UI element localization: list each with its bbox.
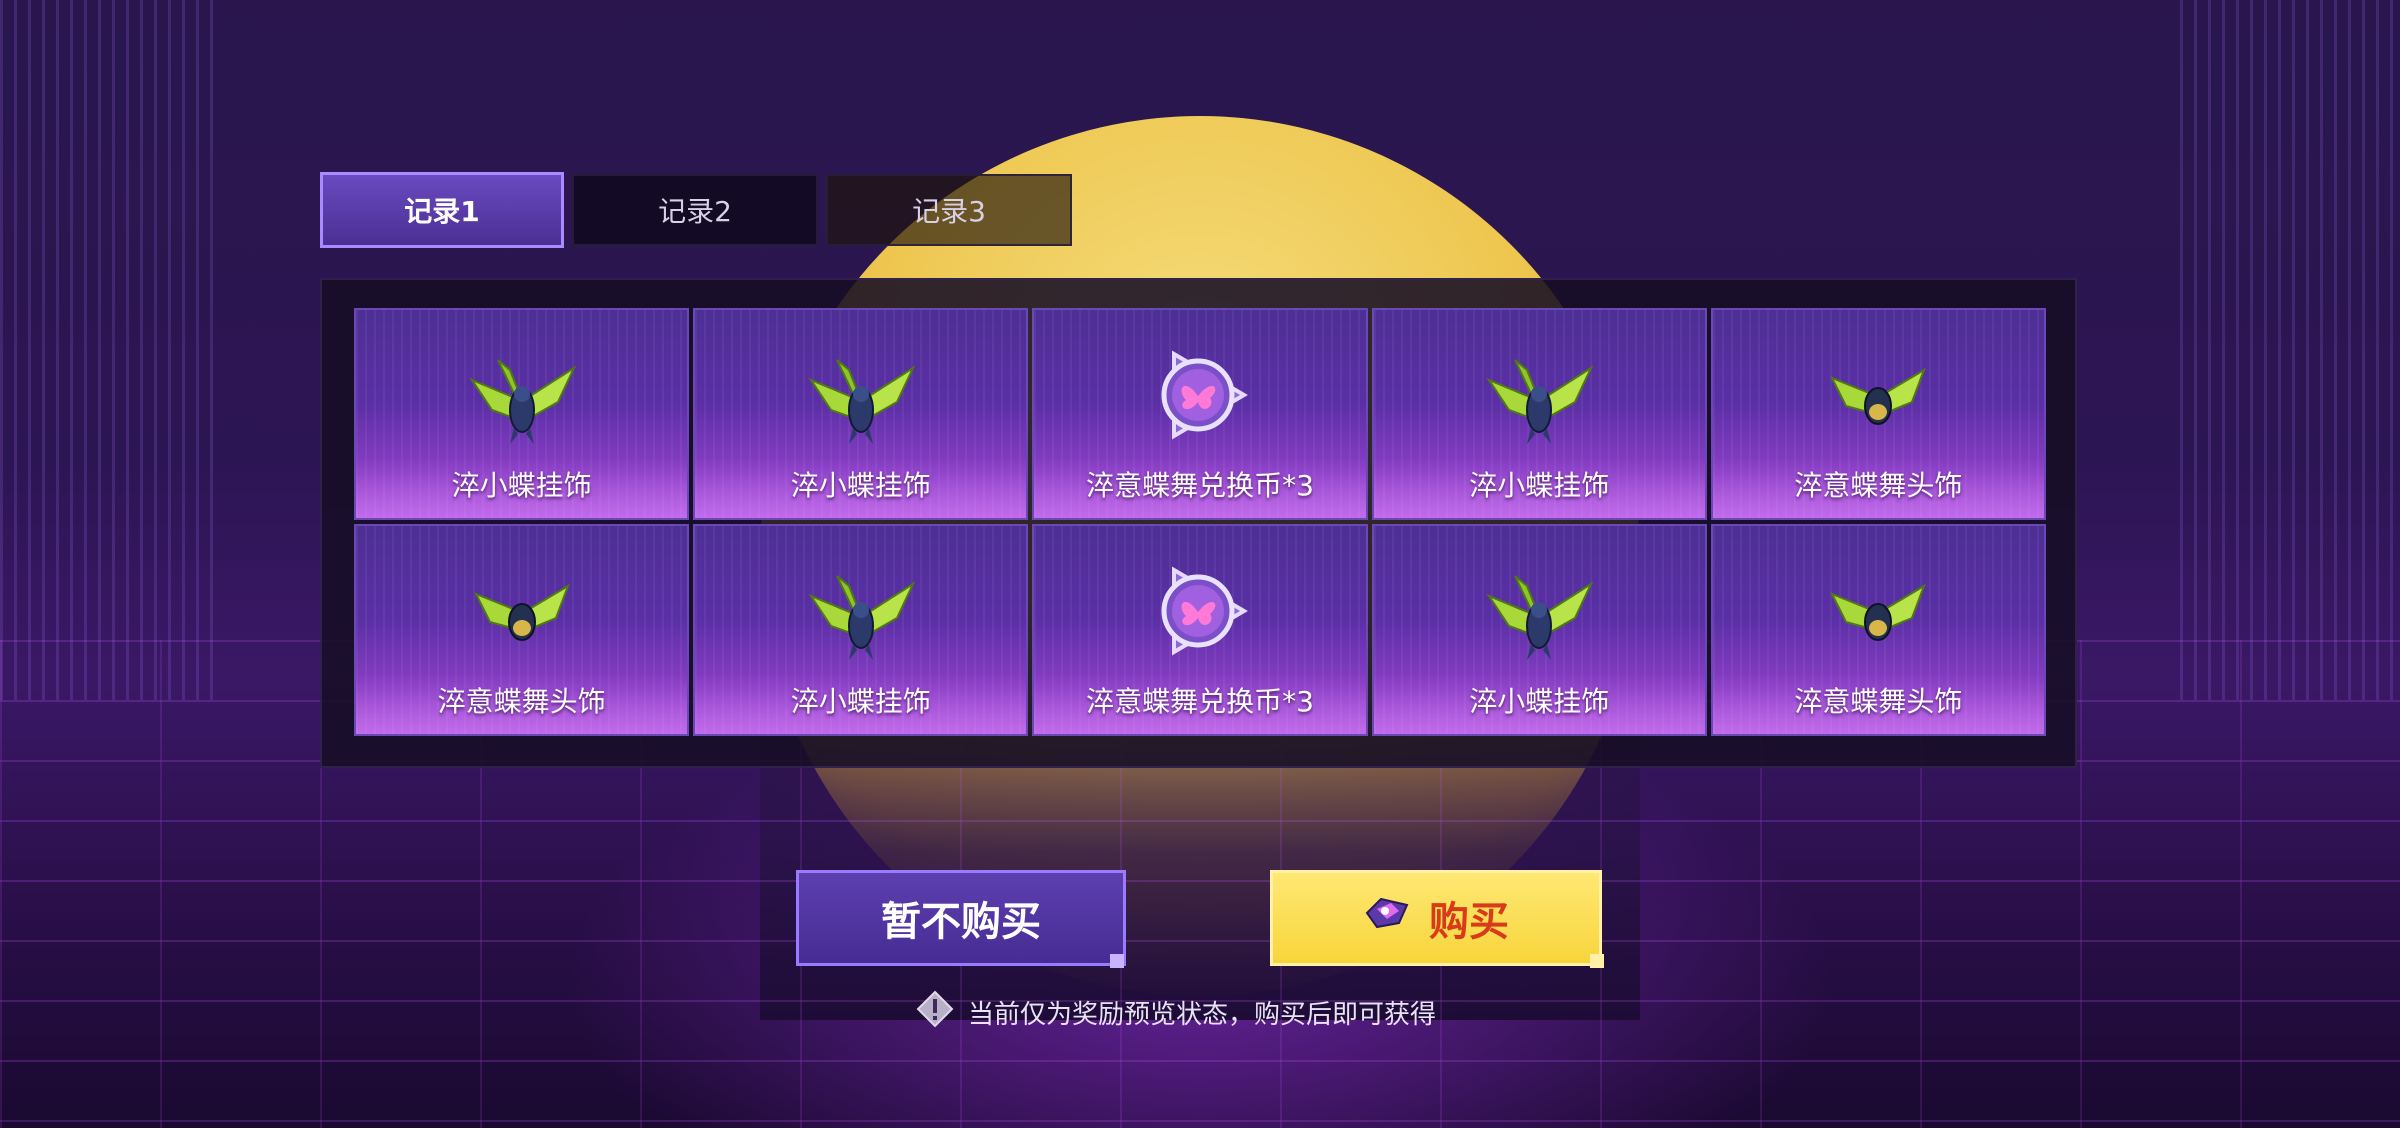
reward-card-label: 淬小蝶挂饰 bbox=[1469, 685, 1610, 718]
reward-card[interactable]: 淬意蝶舞头饰 bbox=[354, 524, 690, 736]
background-streaks-right bbox=[2180, 0, 2400, 700]
reward-card-label: 淬小蝶挂饰 bbox=[451, 469, 592, 502]
background-streaks-left bbox=[0, 0, 220, 700]
butterfly-pendant-icon bbox=[801, 556, 921, 666]
butterfly-pendant-icon bbox=[1479, 340, 1599, 450]
reward-grid: 淬小蝶挂饰 淬小蝶挂饰 淬意蝶舞兑换币*3 淬小蝶挂饰 淬意蝶舞头饰 淬意蝶舞头饰 淬小蝶挂… bbox=[354, 308, 2046, 736]
currency-gem-icon bbox=[1363, 893, 1411, 943]
preview-notice: 当前仅为奖励预览状态，购买后即可获得 bbox=[916, 990, 1436, 1035]
butterfly-pendant-icon bbox=[1479, 556, 1599, 666]
reward-card-label: 淬意蝶舞头饰 bbox=[1794, 469, 1963, 502]
exchange-coin-icon bbox=[1140, 556, 1260, 666]
reward-card[interactable]: 淬小蝶挂饰 bbox=[1371, 524, 1707, 736]
reward-card-label: 淬意蝶舞兑换币*3 bbox=[1086, 685, 1314, 718]
reward-card-label: 淬意蝶舞头饰 bbox=[437, 685, 606, 718]
reward-card[interactable]: 淬意蝶舞头饰 bbox=[1710, 308, 2046, 520]
cancel-button-pixel-decor bbox=[1110, 954, 1124, 968]
preview-notice-text: 当前仅为奖励预览状态，购买后即可获得 bbox=[968, 1000, 1437, 1030]
reward-card-label: 淬意蝶舞兑换币*3 bbox=[1086, 469, 1314, 502]
reward-card-label: 淬小蝶挂饰 bbox=[1469, 469, 1610, 502]
reward-card[interactable]: 淬小蝶挂饰 bbox=[1371, 308, 1707, 520]
reward-card[interactable]: 淬意蝶舞头饰 bbox=[1710, 524, 2046, 736]
tab-record-3[interactable]: 记录3 bbox=[826, 174, 1072, 246]
record-tabs: 记录1 记录2 记录3 bbox=[320, 172, 1072, 248]
butterfly-headwear-icon bbox=[1818, 340, 1938, 450]
reward-card-label: 淬小蝶挂饰 bbox=[790, 469, 931, 502]
exchange-coin-icon bbox=[1140, 340, 1260, 450]
butterfly-pendant-icon bbox=[462, 340, 582, 450]
reward-card[interactable]: 淬意蝶舞兑换币*3 bbox=[1032, 308, 1368, 520]
reward-card[interactable]: 淬小蝶挂饰 bbox=[354, 308, 690, 520]
cancel-button-label: 暂不购买 bbox=[881, 899, 1041, 945]
cancel-button[interactable]: 暂不购买 bbox=[796, 870, 1126, 966]
butterfly-headwear-icon bbox=[462, 556, 582, 666]
butterfly-headwear-icon bbox=[1818, 556, 1938, 666]
tab-record-2[interactable]: 记录2 bbox=[572, 174, 818, 246]
reward-card[interactable]: 淬意蝶舞兑换币*3 bbox=[1032, 524, 1368, 736]
reward-card[interactable]: 淬小蝶挂饰 bbox=[693, 524, 1029, 736]
butterfly-pendant-icon bbox=[801, 340, 921, 450]
tab-record-1[interactable]: 记录1 bbox=[320, 172, 564, 248]
reward-card-label: 淬意蝶舞头饰 bbox=[1794, 685, 1963, 718]
warning-icon bbox=[916, 990, 954, 1035]
buy-button[interactable]: 购买 bbox=[1270, 870, 1602, 966]
reward-card-label: 淬小蝶挂饰 bbox=[790, 685, 931, 718]
reward-card[interactable]: 淬小蝶挂饰 bbox=[693, 308, 1029, 520]
buy-button-label: 购买 bbox=[1429, 899, 1509, 945]
buy-button-pixel-decor bbox=[1590, 954, 1604, 968]
